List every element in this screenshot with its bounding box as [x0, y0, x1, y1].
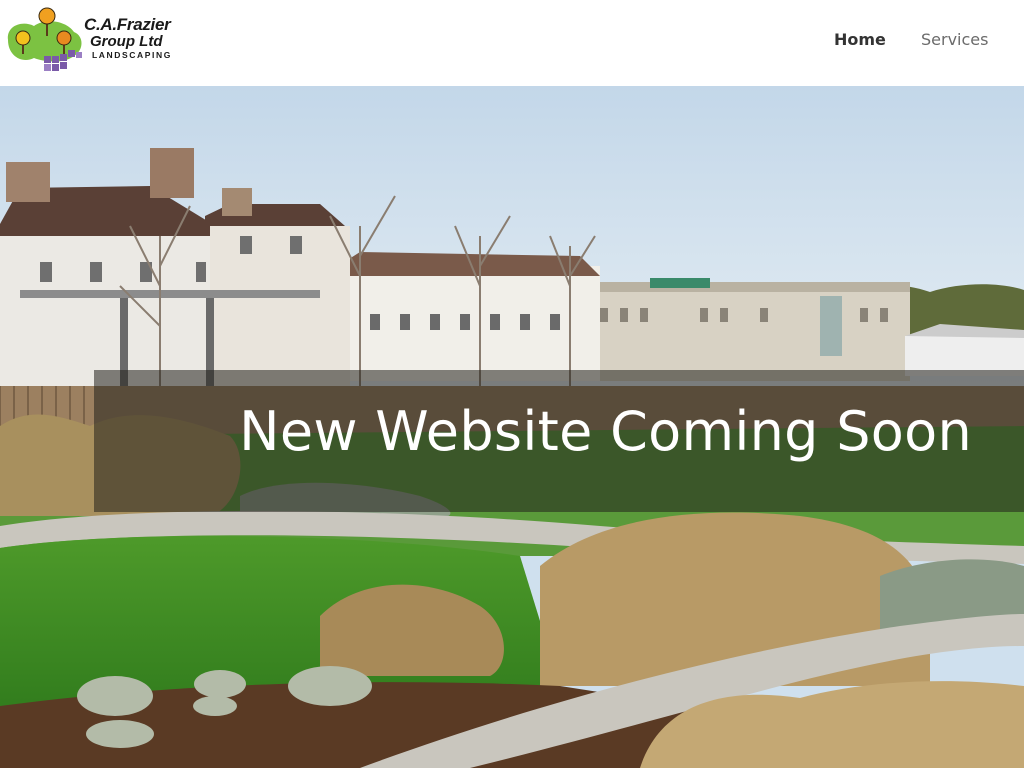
logo-wordmark: C.A.Frazier Group Ltd LANDSCAPING [84, 16, 172, 60]
company-logo[interactable]: C.A.Frazier Group Ltd LANDSCAPING [4, 6, 172, 78]
logo-company-suffix: Group Ltd [90, 33, 163, 50]
hero-section: New Website Coming Soon [0, 86, 1024, 768]
logo-tagline: LANDSCAPING [92, 50, 172, 60]
logo-company-name: C.A.Frazier [84, 15, 171, 34]
nav-item-home[interactable]: Home [834, 30, 886, 49]
main-nav: Home Services Po [834, 30, 1024, 49]
hero-banner: New Website Coming Soon [94, 370, 1024, 512]
nav-item-services[interactable]: Services [921, 30, 988, 49]
hero-headline: New Website Coming Soon [239, 400, 972, 463]
site-header: C.A.Frazier Group Ltd LANDSCAPING Home S… [0, 0, 1024, 86]
